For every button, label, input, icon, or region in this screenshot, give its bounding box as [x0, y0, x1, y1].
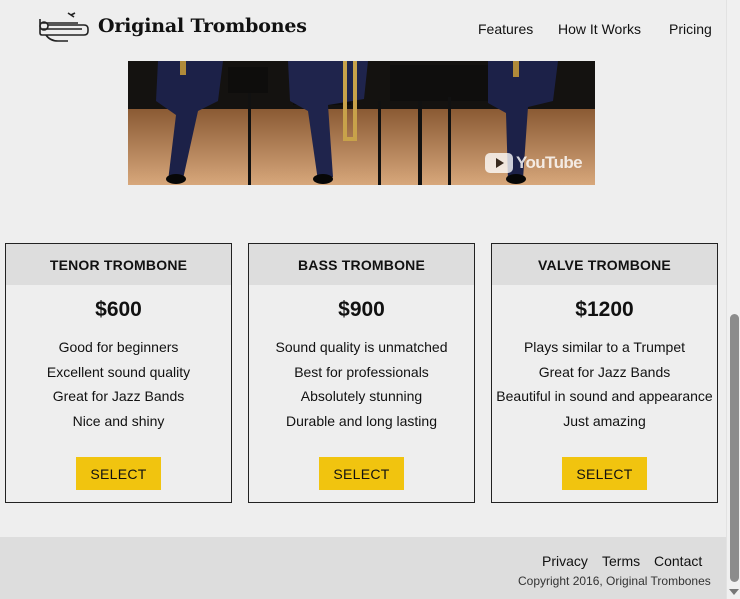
trombone-icon[interactable] [38, 11, 90, 45]
feature-item: Durable and long lasting [286, 412, 437, 429]
feature-item: Great for Jazz Bands [52, 388, 185, 404]
site-header: Original Trombones Features How It Works… [0, 0, 726, 58]
scroll-down-arrow-icon[interactable] [729, 589, 739, 595]
copyright-text: Copyright 2016, Original Trombones [518, 574, 711, 588]
feature-item: Good for beginners [58, 339, 179, 355]
feature-item: Excellent sound quality [46, 363, 191, 380]
feature-item: Best for professionals [294, 363, 429, 380]
video-player[interactable]: YouTube [128, 61, 595, 185]
feature-item: Sound quality is unmatched [275, 339, 448, 355]
footer-link-privacy[interactable]: Privacy [542, 553, 588, 569]
card-title: VALVE TROMBONE [492, 244, 717, 285]
feature-item: Nice and shiny [72, 412, 165, 429]
card-title: BASS TROMBONE [249, 244, 474, 285]
brand-name[interactable]: Original Trombones [98, 15, 307, 37]
pricing-card-valve: VALVE TROMBONE $1200 Plays similar to a … [491, 243, 718, 503]
nav-pricing[interactable]: Pricing [669, 21, 712, 37]
card-price: $1200 [575, 298, 634, 321]
select-valve-button[interactable]: SELECT [562, 457, 647, 490]
pricing-card-bass: BASS TROMBONE $900 Sound quality is unma… [248, 243, 475, 503]
nav-how-it-works[interactable]: How It Works [558, 21, 641, 37]
select-bass-button[interactable]: SELECT [319, 457, 404, 490]
page: Original Trombones Features How It Works… [0, 0, 726, 599]
feature-list: Sound quality is unmatched Best for prof… [249, 337, 474, 435]
select-tenor-button[interactable]: SELECT [76, 457, 161, 490]
youtube-logo[interactable]: YouTube [485, 153, 583, 173]
feature-item: Plays similar to a Trumpet [523, 339, 686, 355]
card-title: TENOR TROMBONE [6, 244, 231, 285]
vertical-scrollbar[interactable] [726, 0, 740, 599]
feature-list: Plays similar to a Trumpet Great for Jaz… [492, 337, 717, 435]
footer-link-contact[interactable]: Contact [654, 553, 702, 569]
scrollbar-thumb[interactable] [730, 314, 739, 582]
nav-features[interactable]: Features [478, 21, 533, 37]
card-price: $600 [95, 298, 142, 321]
youtube-wordmark: YouTube [516, 153, 583, 172]
youtube-play-icon [485, 153, 513, 173]
feature-item: Just amazing [563, 412, 646, 429]
site-footer: Privacy Terms Contact Copyright 2016, Or… [0, 537, 726, 599]
feature-item: Absolutely stunning [300, 388, 423, 404]
feature-item: Beautiful in sound and appearance [496, 388, 713, 404]
card-price: $900 [338, 298, 385, 321]
feature-list: Good for beginners Excellent sound quali… [6, 337, 231, 435]
feature-item: Great for Jazz Bands [538, 363, 671, 380]
pricing-card-tenor: TENOR TROMBONE $600 Good for beginners E… [5, 243, 232, 503]
footer-link-terms[interactable]: Terms [602, 553, 640, 569]
